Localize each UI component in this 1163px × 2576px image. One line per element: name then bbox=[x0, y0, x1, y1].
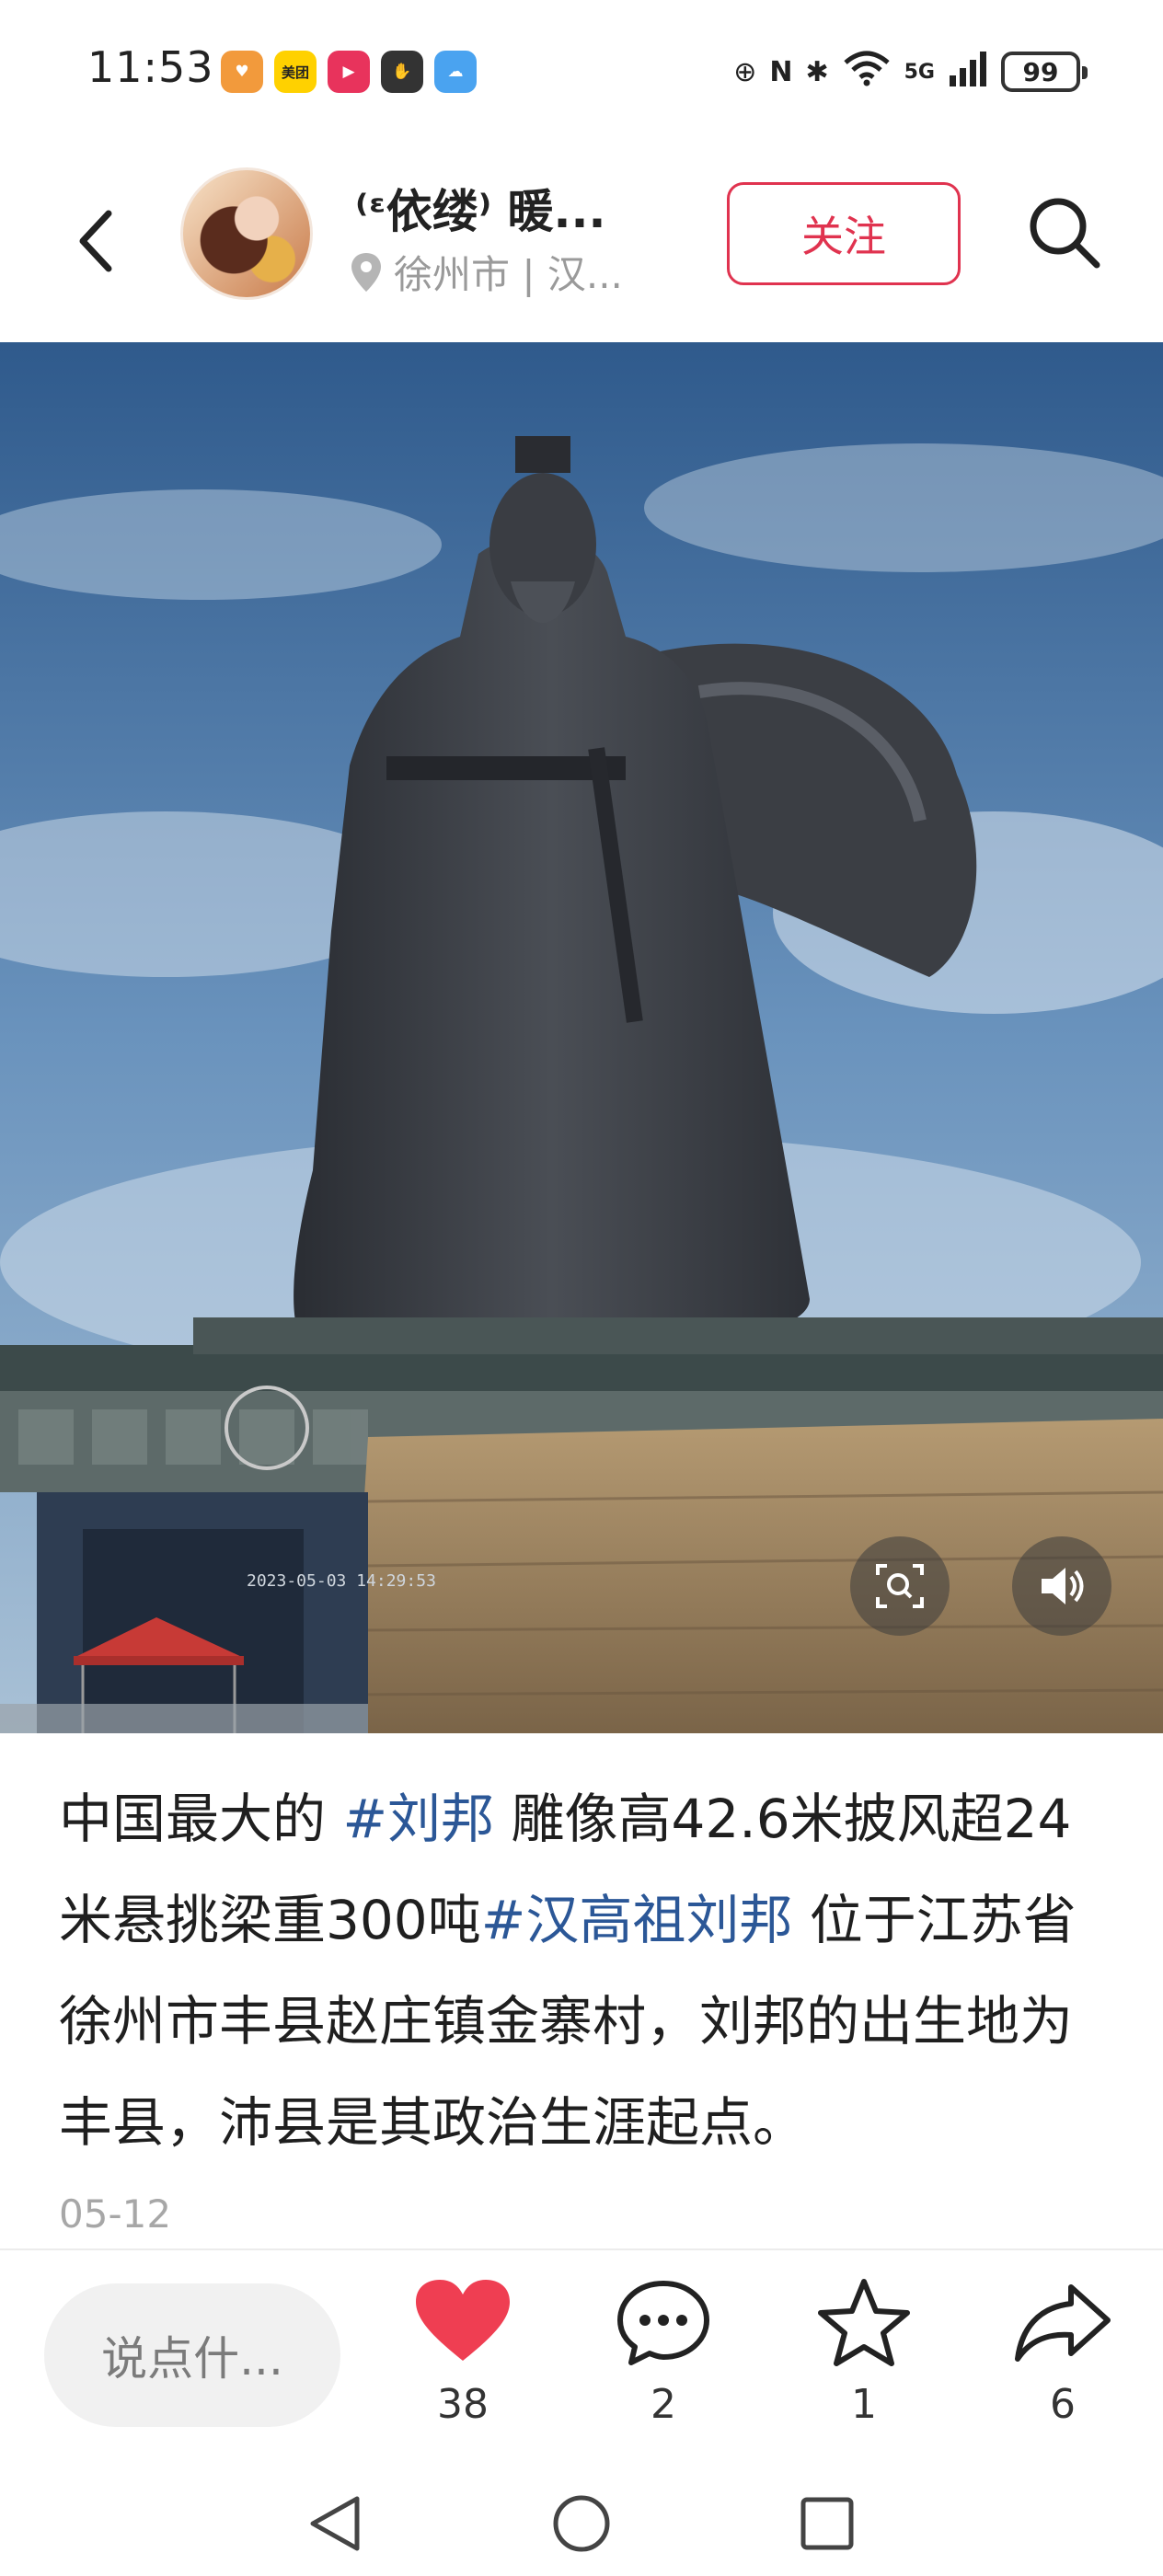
like-button[interactable]: 38 bbox=[394, 2276, 532, 2428]
share-icon bbox=[1015, 2284, 1111, 2362]
favorite-button[interactable]: 1 bbox=[795, 2276, 933, 2428]
status-time: 11:53 bbox=[87, 42, 214, 92]
user-avatar[interactable] bbox=[180, 167, 313, 300]
nav-recents-icon[interactable] bbox=[795, 2491, 859, 2556]
nav-back-icon[interactable] bbox=[304, 2491, 368, 2556]
location-text: 徐州市 | 汉... bbox=[394, 252, 623, 297]
divider bbox=[0, 2248, 1163, 2250]
hand-app-icon: ✋ bbox=[381, 51, 423, 93]
share-button[interactable]: 6 bbox=[994, 2276, 1132, 2428]
heart-app-icon: ♥ bbox=[221, 51, 263, 93]
wifi-icon bbox=[842, 50, 892, 94]
post-header: ⁽ᵋ依缕⁾ 暖... 徐州市 | 汉... 关注 bbox=[0, 147, 1163, 340]
back-arrow-icon[interactable] bbox=[63, 195, 127, 287]
like-count: 38 bbox=[437, 2381, 489, 2428]
network-type: 5G bbox=[904, 60, 935, 84]
post-location[interactable]: 徐州市 | 汉... bbox=[348, 244, 623, 300]
sound-button[interactable] bbox=[1012, 1536, 1111, 1636]
battery-icon: 99 bbox=[1001, 52, 1088, 92]
location-pin-icon bbox=[351, 252, 381, 292]
search-icon[interactable] bbox=[1021, 190, 1106, 274]
hd-call-icon: ⊕ bbox=[733, 55, 757, 88]
follow-button[interactable]: 关注 bbox=[727, 182, 961, 285]
post-caption: 中国最大的 #刘邦 雕像高42.6米披风超24米悬挑梁重300吨#汉高祖刘邦 位… bbox=[59, 1768, 1117, 2173]
meituan-app-icon: 美团 bbox=[274, 51, 317, 93]
bluetooth-icon: ✱ bbox=[805, 55, 829, 88]
scan-icon bbox=[876, 1564, 924, 1608]
speaker-icon bbox=[1042, 1568, 1084, 1604]
photo-timestamp: 2023-05-03 14:29:53 bbox=[247, 1571, 436, 1591]
signal-icon bbox=[948, 50, 988, 94]
battery-level: 99 bbox=[1022, 56, 1059, 87]
nav-home-icon[interactable] bbox=[549, 2491, 614, 2556]
favorite-count: 1 bbox=[851, 2381, 877, 2428]
post-date: 05-12 bbox=[59, 2191, 172, 2237]
star-icon bbox=[818, 2279, 910, 2366]
user-name[interactable]: ⁽ᵋ依缕⁾ 暖... bbox=[355, 175, 677, 241]
comment-icon bbox=[617, 2281, 709, 2365]
weather-app-icon: ☁ bbox=[434, 51, 477, 93]
nfc-icon: N bbox=[769, 55, 793, 88]
heart-icon bbox=[416, 2280, 510, 2361]
image-search-button[interactable] bbox=[850, 1536, 950, 1636]
status-right: ⊕ N ✱ 5G 99 bbox=[733, 50, 1088, 94]
video-app-icon: ▶ bbox=[328, 51, 370, 93]
hashtag-link[interactable]: #刘邦 bbox=[342, 1788, 494, 1850]
comment-button[interactable]: 2 bbox=[594, 2276, 732, 2428]
post-photo[interactable]: 2023-05-03 14:29:53 bbox=[0, 342, 1163, 1733]
comment-input[interactable]: 说点什... bbox=[44, 2283, 340, 2427]
share-count: 6 bbox=[1050, 2381, 1076, 2428]
caption-text: 中国最大的 bbox=[59, 1788, 343, 1850]
status-bar: 11:53 ♥ 美团 ▶ ✋ ☁ ⊕ N ✱ 5G 99 bbox=[0, 0, 1163, 147]
comment-count: 2 bbox=[651, 2381, 676, 2428]
system-nav-bar bbox=[0, 2466, 1163, 2576]
hashtag-link[interactable]: #汉高祖刘邦 bbox=[481, 1889, 793, 1951]
